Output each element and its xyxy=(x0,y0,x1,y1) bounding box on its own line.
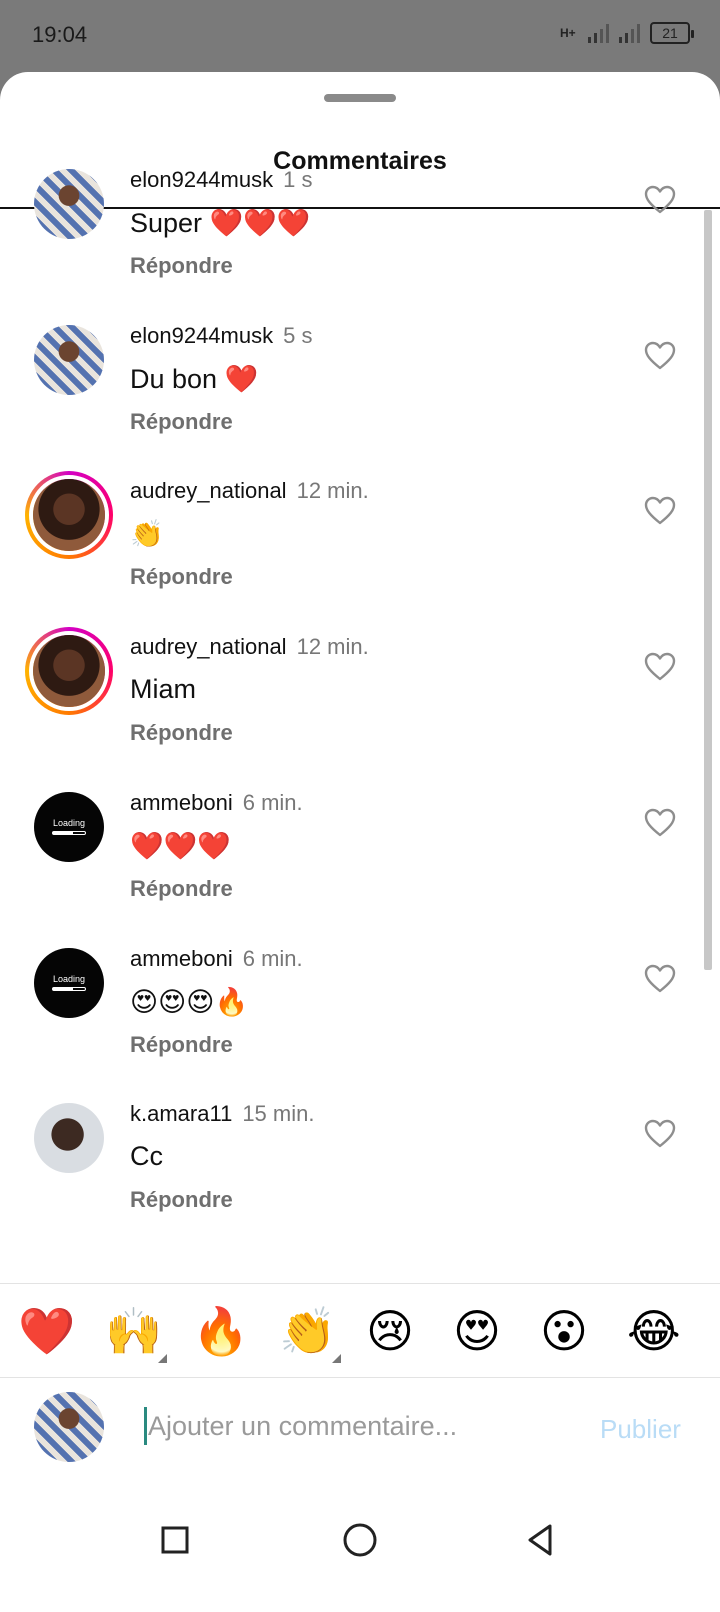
comment-meta: audrey_national 12 min. xyxy=(130,478,369,504)
comment-username[interactable]: audrey_national xyxy=(130,634,287,659)
emoji-quick-bar: ❤️ 🙌 🔥 👏 😢 😍 😮 😂 xyxy=(0,1283,720,1378)
comment-time: 12 min. xyxy=(296,478,369,504)
comment-username[interactable]: elon9244musk xyxy=(130,167,273,192)
battery-icon: 21 xyxy=(650,22,694,44)
emoji-button[interactable]: ❤️ xyxy=(18,1304,75,1358)
comment-item: elon9244musk 1 s Super ❤️❤️❤️ Répondre xyxy=(0,145,720,305)
heart-outline-icon[interactable] xyxy=(644,1119,676,1149)
network-type-icon: H+ xyxy=(560,25,576,40)
avatar-loading-text: Loading xyxy=(52,818,86,829)
comment-text: Super ❤️❤️❤️ xyxy=(130,208,311,238)
comment-time: 6 min. xyxy=(242,945,303,971)
circle-icon[interactable] xyxy=(340,1520,380,1560)
comment-text: Cc xyxy=(130,1141,163,1172)
comment-item: elon9244musk 5 s Du bon ❤️ Répondre xyxy=(0,301,720,461)
comment-item: Loading ammeboni 6 min. ❤️❤️❤️ Répondre xyxy=(0,768,720,928)
heart-outline-icon[interactable] xyxy=(644,808,676,838)
comment-time: 15 min. xyxy=(242,1101,315,1127)
comment-meta: ammeboni 6 min. xyxy=(130,790,303,816)
emoji-variants-indicator-icon xyxy=(158,1354,167,1363)
triangle-back-icon[interactable] xyxy=(520,1520,560,1560)
comment-meta: audrey_national 12 min. xyxy=(130,634,369,660)
comment-item: audrey_national 12 min. 👏 Répondre xyxy=(0,456,720,616)
comment-meta: ammeboni 6 min. xyxy=(130,946,303,972)
reply-button[interactable]: Répondre xyxy=(130,409,233,435)
comment-time: 6 min. xyxy=(242,789,303,815)
heart-outline-icon[interactable] xyxy=(644,341,676,371)
comment-username[interactable]: ammeboni xyxy=(130,790,233,815)
signal-icon xyxy=(588,23,609,43)
comment-time: 12 min. xyxy=(296,634,369,660)
status-bar: 19:04 H+ 21 xyxy=(0,0,720,72)
comment-composer: Publier xyxy=(0,1380,720,1480)
comment-time: 1 s xyxy=(283,167,313,192)
avatar[interactable]: Loading xyxy=(34,791,104,862)
comment-meta: k.amara11 15 min. xyxy=(130,1101,314,1127)
avatar[interactable]: Loading xyxy=(34,947,104,1018)
reply-button[interactable]: Répondre xyxy=(130,1032,233,1058)
comment-text: 👏 xyxy=(130,519,164,550)
comment-meta: elon9244musk 5 s xyxy=(130,323,312,349)
comment-list[interactable]: elon9244musk 1 s Super ❤️❤️❤️ Répondre elon9… xyxy=(0,145,720,1323)
system-navigation-bar xyxy=(0,1480,720,1612)
signal-icon-2 xyxy=(619,23,640,43)
avatar[interactable] xyxy=(34,324,104,395)
heart-outline-icon[interactable] xyxy=(644,964,676,994)
comment-text: Miam xyxy=(130,674,196,705)
reply-button[interactable]: Répondre xyxy=(130,720,233,746)
avatar[interactable] xyxy=(34,169,104,239)
reply-button[interactable]: Répondre xyxy=(130,564,233,590)
comment-item: audrey_national 12 min. Miam Répondre xyxy=(0,612,720,772)
avatar[interactable] xyxy=(25,627,113,716)
comment-username[interactable]: k.amara11 xyxy=(130,1101,232,1126)
emoji-button[interactable]: 😍 xyxy=(453,1304,501,1358)
avatar-loading-text: Loading xyxy=(52,974,86,984)
status-icons: H+ 21 xyxy=(560,22,694,44)
reply-button[interactable]: Répondre xyxy=(130,253,233,279)
emoji-button[interactable]: 😢 xyxy=(366,1304,414,1358)
comment-meta: elon9244musk 1 s xyxy=(130,167,312,193)
reply-button[interactable]: Répondre xyxy=(130,876,233,902)
heart-outline-icon[interactable] xyxy=(644,496,676,526)
comment-time: 5 s xyxy=(283,322,313,348)
emoji-button[interactable]: 🔥 xyxy=(192,1304,249,1358)
reply-button[interactable]: Répondre xyxy=(130,1187,233,1213)
avatar[interactable] xyxy=(25,471,113,560)
square-icon[interactable] xyxy=(155,1520,195,1560)
text-caret xyxy=(144,1407,147,1445)
emoji-button[interactable]: 🙌 xyxy=(105,1304,162,1358)
heart-outline-icon[interactable] xyxy=(644,652,676,682)
comment-username[interactable]: audrey_national xyxy=(130,478,287,503)
comment-text: ❤️❤️❤️ xyxy=(130,830,231,861)
status-time: 19:04 xyxy=(32,22,88,47)
emoji-button[interactable]: 👏 xyxy=(279,1304,336,1358)
sheet-drag-handle[interactable] xyxy=(324,94,396,102)
comment-username[interactable]: elon9244musk xyxy=(130,323,273,348)
emoji-button[interactable]: 😮 xyxy=(540,1304,588,1358)
heart-outline-icon[interactable] xyxy=(644,185,676,215)
comment-text: Du bon ❤️ xyxy=(130,363,259,394)
comment-input[interactable] xyxy=(148,1404,568,1448)
publish-button[interactable]: Publier xyxy=(600,1414,681,1445)
emoji-button[interactable]: 😂 xyxy=(627,1304,681,1358)
avatar[interactable] xyxy=(34,1103,104,1174)
comment-text: 😍😍😍🔥 xyxy=(130,986,249,1017)
comment-username[interactable]: ammeboni xyxy=(130,946,233,971)
comment-item: k.amara11 15 min. Cc Répondre xyxy=(0,1079,720,1239)
avatar xyxy=(34,1392,104,1462)
emoji-variants-indicator-icon xyxy=(332,1354,341,1363)
comment-item: Loading ammeboni 6 min. 😍😍😍🔥 Répondre xyxy=(0,924,720,1084)
